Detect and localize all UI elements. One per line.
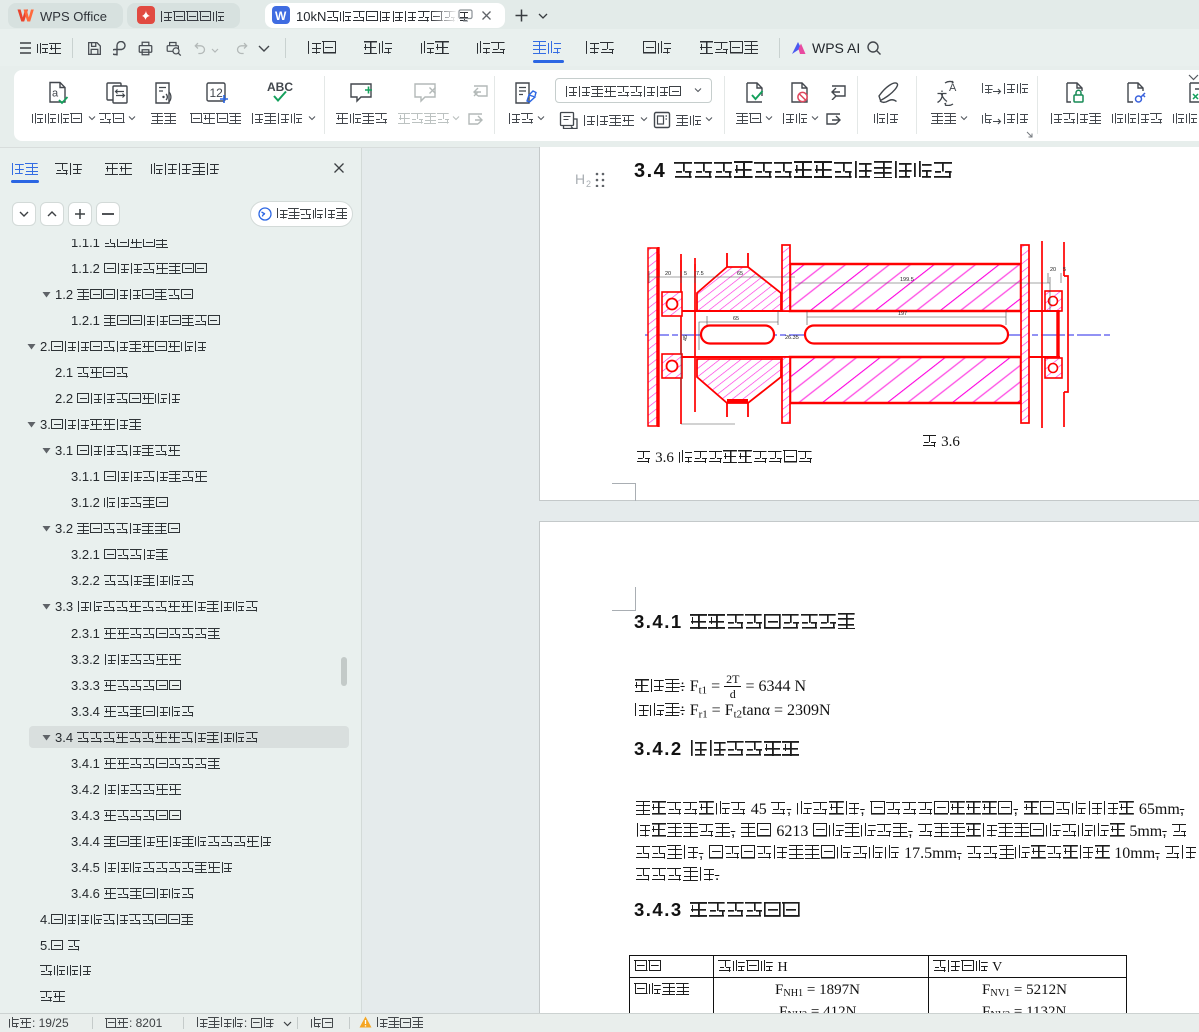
svg-text:ABC: ABC	[267, 80, 293, 94]
svg-text:199.5: 199.5	[900, 277, 914, 283]
svg-text:65: 65	[737, 271, 743, 277]
svg-text:20: 20	[665, 271, 671, 277]
svg-text:20: 20	[1050, 267, 1056, 273]
svg-text:7.5: 7.5	[696, 271, 704, 277]
svg-text:197: 197	[898, 311, 907, 317]
svg-text:12: 12	[210, 86, 224, 100]
svg-text:26.35: 26.35	[785, 335, 799, 341]
svg-text:5: 5	[684, 271, 687, 277]
svg-text:A: A	[949, 82, 957, 94]
svg-text:45: 45	[683, 335, 689, 341]
svg-text:a: a	[52, 88, 59, 100]
svg-text:65: 65	[733, 316, 739, 322]
svg-text:5: 5	[1063, 267, 1066, 273]
